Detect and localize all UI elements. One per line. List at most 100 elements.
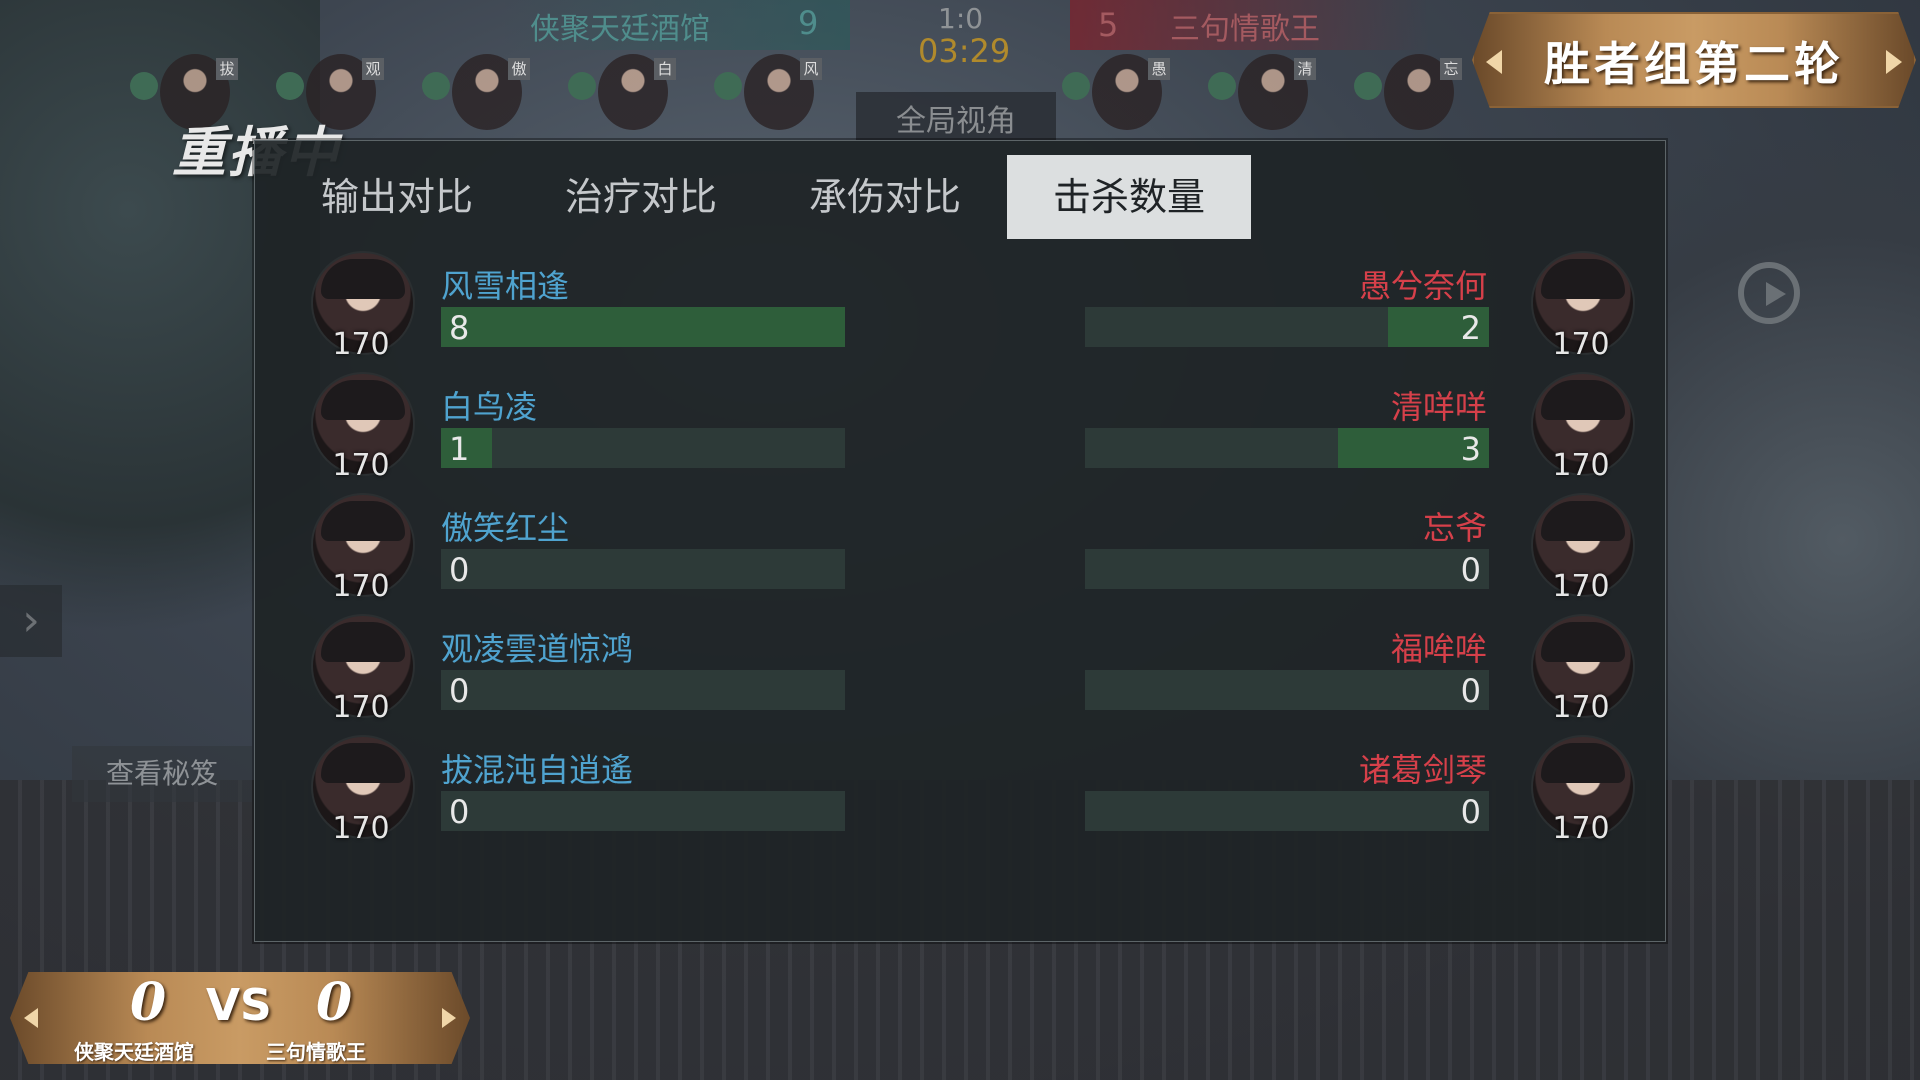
- right-player-name: 清咩咩: [1390, 388, 1487, 426]
- mini-unit-tag: 白: [654, 58, 676, 80]
- hair-decoration: [321, 622, 405, 662]
- vs-banner: 0 VS 0 侠聚天廷酒馆 三句情歌王: [10, 972, 470, 1064]
- banner-arrow-right-icon: [1886, 50, 1902, 74]
- skill-icon: [422, 72, 450, 100]
- hair-decoration: [1541, 743, 1625, 783]
- player-level: 170: [332, 327, 390, 362]
- left-player-name: 白鸟凌: [441, 388, 538, 426]
- stats-panel: 输出对比 治疗对比 承伤对比 击杀数量 170 风雪相逢 8 2 愚兮奈何 170 170 白…: [254, 140, 1666, 942]
- vs-right-score: 0: [316, 972, 353, 1033]
- hair-decoration: [321, 743, 405, 783]
- hair-decoration: [1541, 501, 1625, 541]
- tab-healing[interactable]: 治疗对比: [519, 155, 763, 239]
- hair-decoration: [321, 259, 405, 299]
- player-level: 170: [332, 690, 390, 725]
- tab-kills[interactable]: 击杀数量: [1007, 155, 1251, 239]
- top-scoreboard: 侠聚天廷酒馆 9 1:0 03:29 5 三句情歌王 全局视角 拔 观 傲 白 …: [130, 0, 1570, 140]
- right-team-name: 三句情歌王: [1170, 12, 1320, 47]
- right-mini-units: 愚 清 忘: [1062, 50, 1494, 134]
- mini-unit: 愚: [1062, 50, 1202, 134]
- vs-text: VS: [206, 980, 272, 1031]
- player-row: 170 风雪相逢 8 2 愚兮奈何 170: [255, 251, 1665, 362]
- mini-unit: 风: [714, 50, 854, 134]
- right-kill-count: 0: [1460, 672, 1481, 710]
- vs-left-team-name: 侠聚天廷酒馆: [74, 1040, 194, 1064]
- left-kill-bar: 0: [441, 549, 845, 589]
- vs-left-score: 0: [130, 972, 167, 1033]
- left-kill-bar: 0: [441, 791, 845, 831]
- mini-unit: 清: [1208, 50, 1348, 134]
- left-kill-bar-fill: [441, 307, 845, 347]
- left-kill-count: 1: [449, 430, 470, 468]
- right-kill-bar: 2: [1085, 307, 1489, 347]
- left-player-name: 傲笑红尘: [441, 509, 570, 547]
- global-view-button[interactable]: 全局视角: [856, 92, 1056, 140]
- right-player-name: 诸葛剑琴: [1358, 751, 1487, 789]
- right-kill-bar: 0: [1085, 791, 1489, 831]
- left-kill-count: 8: [449, 309, 470, 347]
- mini-unit-tag: 拔: [216, 58, 238, 80]
- player-level: 170: [1552, 569, 1610, 604]
- player-level: 170: [332, 811, 390, 846]
- mini-unit-tag: 傲: [508, 58, 530, 80]
- mini-unit-tag: 观: [362, 58, 384, 80]
- vs-right-team-name: 三句情歌王: [266, 1040, 366, 1064]
- player-level: 170: [1552, 811, 1610, 846]
- right-team-score: 5: [1098, 6, 1119, 44]
- hair-decoration: [1541, 380, 1625, 420]
- mini-unit-tag: 清: [1294, 58, 1316, 80]
- right-player-name: 忘爷: [1422, 509, 1487, 547]
- tab-damage-output[interactable]: 输出对比: [275, 155, 519, 239]
- round-banner-text: 胜者组第二轮: [1544, 37, 1844, 91]
- hair-decoration: [321, 380, 405, 420]
- right-kill-bar: 0: [1085, 670, 1489, 710]
- vs-arrow-right-icon: [442, 1008, 456, 1028]
- mini-unit-tag: 忘: [1440, 58, 1462, 80]
- left-kill-bar: 1: [441, 428, 845, 468]
- mini-unit: 白: [568, 50, 708, 134]
- mini-unit-tag: 风: [800, 58, 822, 80]
- left-team-name: 侠聚天廷酒馆: [530, 12, 710, 47]
- player-level: 170: [1552, 327, 1610, 362]
- skill-icon: [1062, 72, 1090, 100]
- right-kill-bar: 3: [1085, 428, 1489, 468]
- vs-arrow-left-icon: [24, 1008, 38, 1028]
- skill-icon: [1208, 72, 1236, 100]
- player-row: 170 傲笑红尘 0 0 忘爷 170: [255, 493, 1665, 604]
- left-kill-count: 0: [449, 551, 470, 589]
- skill-icon: [1354, 72, 1382, 100]
- left-kill-count: 0: [449, 672, 470, 710]
- left-team-score: 9: [798, 4, 819, 42]
- player-row: 170 观凌雲道惊鸿 0 0 福哞哞 170: [255, 614, 1665, 725]
- right-kill-count: 2: [1460, 309, 1481, 347]
- right-player-name: 愚兮奈何: [1358, 267, 1487, 305]
- chevron-right-icon[interactable]: ›: [0, 585, 62, 657]
- match-timer: 03:29: [918, 32, 1011, 70]
- left-kill-bar: 8: [441, 307, 845, 347]
- right-kill-count: 3: [1460, 430, 1481, 468]
- left-player-name: 观凌雲道惊鸿: [441, 630, 634, 668]
- right-kill-count: 0: [1460, 793, 1481, 831]
- right-kill-count: 0: [1460, 551, 1481, 589]
- left-player-name: 拔混沌自逍遙: [441, 751, 634, 789]
- player-level: 170: [332, 448, 390, 483]
- round-banner: 胜者组第二轮: [1472, 12, 1916, 108]
- match-score: 1:0: [938, 2, 984, 35]
- tab-damage-taken[interactable]: 承伤对比: [763, 155, 1007, 239]
- exit-icon[interactable]: [1738, 262, 1800, 324]
- player-level: 170: [1552, 448, 1610, 483]
- skill-icon: [714, 72, 742, 100]
- left-kill-count: 0: [449, 793, 470, 831]
- hair-decoration: [321, 501, 405, 541]
- player-level: 170: [332, 569, 390, 604]
- left-player-name: 风雪相逢: [441, 267, 570, 305]
- stats-tabs: 输出对比 治疗对比 承伤对比 击杀数量: [275, 155, 1251, 239]
- hair-decoration: [1541, 259, 1625, 299]
- skill-icon: [276, 72, 304, 100]
- player-row: 170 拔混沌自逍遙 0 0 诸葛剑琴 170: [255, 735, 1665, 846]
- player-row: 170 白鸟凌 1 3 清咩咩 170: [255, 372, 1665, 483]
- skill-icon: [130, 72, 158, 100]
- view-secrets-button[interactable]: 查看秘笈: [72, 746, 252, 802]
- mini-unit-tag: 愚: [1148, 58, 1170, 80]
- hair-decoration: [1541, 622, 1625, 662]
